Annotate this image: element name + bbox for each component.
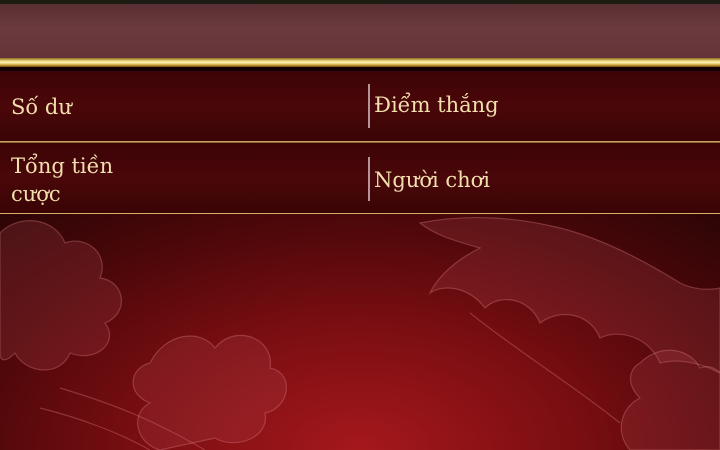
decorative-clouds [0,216,720,450]
stats-row-bets: Tổng tiền cược Người chơi [0,142,720,214]
balance-label: Số dư [11,95,72,119]
gold-divider [0,58,720,67]
game-screen: Số dư Điểm thắng Tổng tiền cược Người ch… [0,0,720,450]
winning-points-label: Điểm thắng [374,93,499,117]
total-bet-label: Tổng tiền cược [11,154,114,206]
column-divider [368,84,370,128]
players-label: Người chơi [374,168,491,192]
column-divider [368,157,370,201]
cloud-shape-left-lower [132,334,287,450]
stats-row-balance: Số dư Điểm thắng [0,71,720,142]
cloud-swirl-right [418,216,720,374]
cloud-shape-left [0,220,122,371]
header-bar [0,4,720,58]
